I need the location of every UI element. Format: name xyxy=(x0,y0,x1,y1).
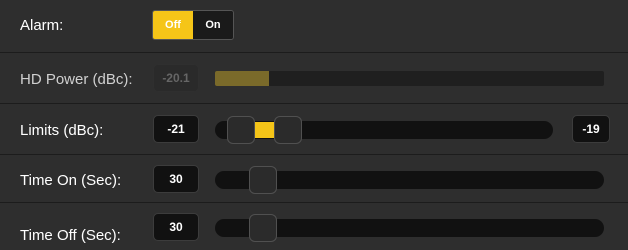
limits-range-fill xyxy=(253,122,275,138)
limits-low-value[interactable]: -21 xyxy=(153,115,199,143)
time-off-label: Time Off (Sec): xyxy=(20,227,121,244)
limits-low-thumb[interactable] xyxy=(227,116,255,144)
alarm-toggle[interactable]: Off On xyxy=(152,10,234,40)
alarm-on-button[interactable]: On xyxy=(193,11,233,39)
time-on-slider-track[interactable] xyxy=(215,166,604,194)
time-off-thumb[interactable] xyxy=(249,214,277,242)
time-off-row: Time Off (Sec): 30 xyxy=(0,202,628,250)
time-on-label: Time On (Sec): xyxy=(20,172,122,189)
alarm-off-button[interactable]: Off xyxy=(153,11,193,39)
limits-row: Limits (dBc): -21 -19 xyxy=(0,103,628,154)
time-off-slider-track[interactable] xyxy=(215,214,604,242)
hd-power-row: HD Power (dBc): -20.1 xyxy=(0,52,628,103)
hd-power-meter-fill xyxy=(215,71,270,86)
limits-slider-track[interactable] xyxy=(215,116,553,144)
time-on-thumb[interactable] xyxy=(249,166,277,194)
hd-power-value: -20.1 xyxy=(153,64,199,92)
time-off-value[interactable]: 30 xyxy=(153,213,199,241)
limits-label: Limits (dBc): xyxy=(20,122,104,139)
time-on-value[interactable]: 30 xyxy=(153,165,199,193)
limits-high-value[interactable]: -19 xyxy=(572,115,610,143)
hd-power-label: HD Power (dBc): xyxy=(20,71,133,88)
alarm-row: Alarm: Off On xyxy=(0,0,628,52)
alarm-label: Alarm: xyxy=(20,17,64,34)
hd-power-meter xyxy=(215,71,604,86)
time-on-row: Time On (Sec): 30 xyxy=(0,154,628,202)
limits-high-thumb[interactable] xyxy=(274,116,302,144)
